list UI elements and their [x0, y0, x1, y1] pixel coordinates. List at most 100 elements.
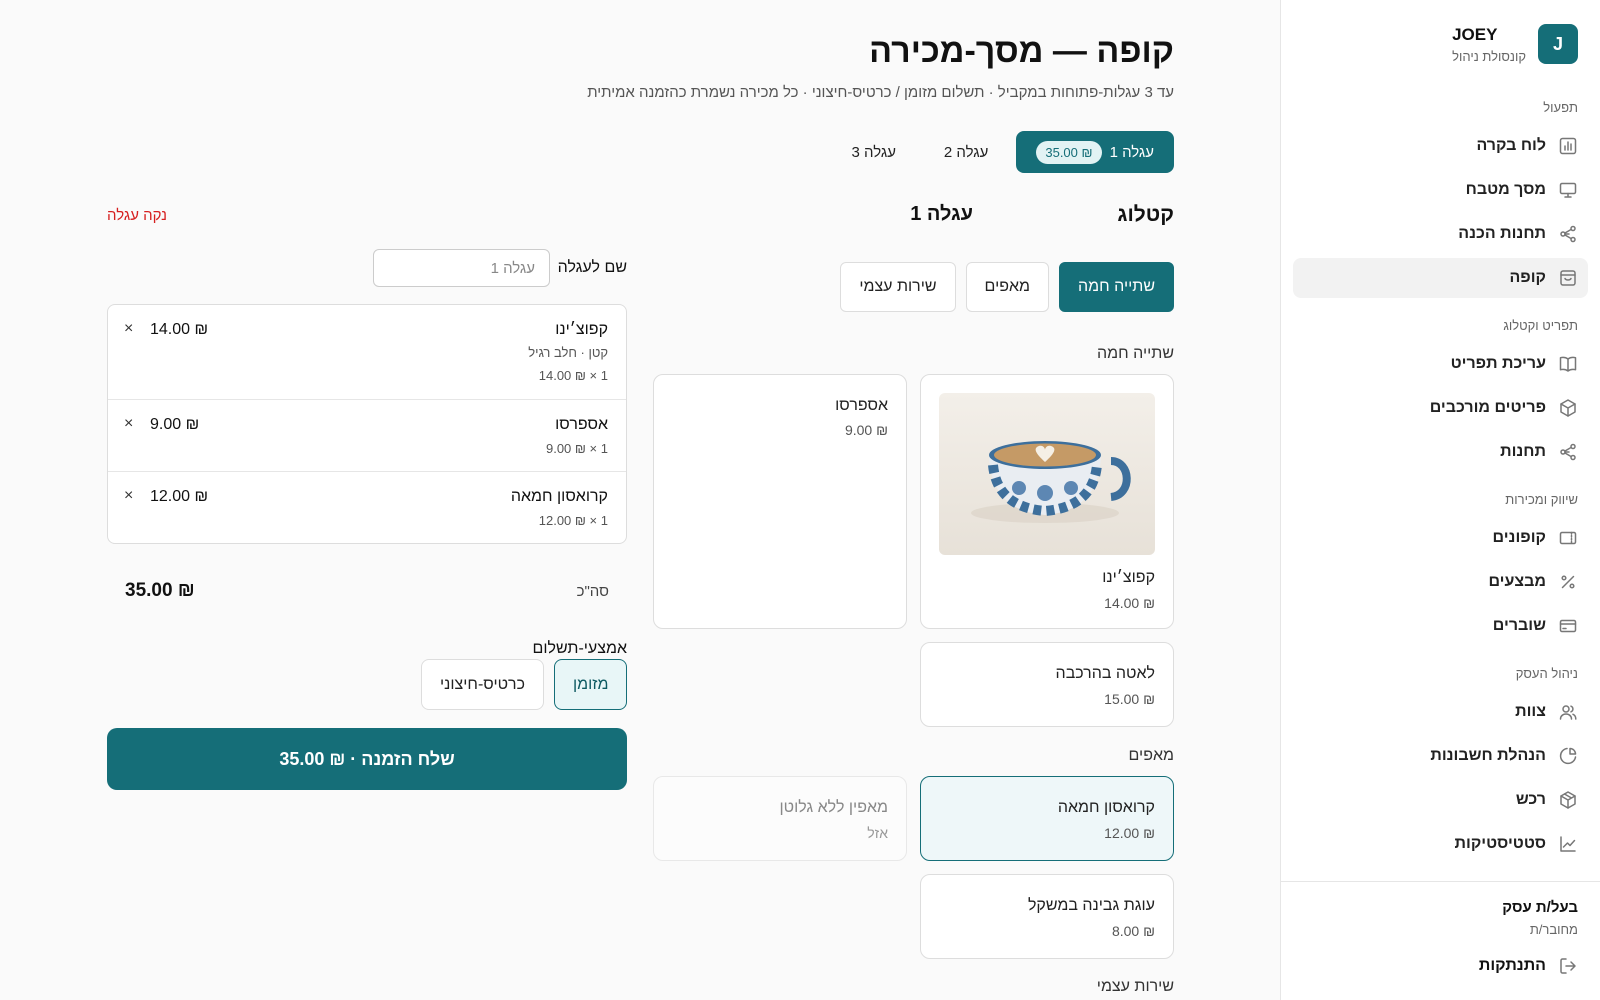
sidebar-item-label: קופה [1509, 269, 1546, 286]
sidebar-item-kitchen-screen[interactable]: מסך מטבח [1293, 170, 1588, 210]
line-name: אספרסו [555, 416, 608, 433]
product-name: עוגת גבינה במשקל [1027, 897, 1155, 914]
product-gluten-free-muffin: מאפין ללא גלוטן אזל [653, 776, 907, 861]
product-name: קרואסון חמאה [1057, 799, 1155, 816]
cart-name-label: שם לעגלה [557, 259, 627, 276]
sidebar-item-label: מבצעים [1488, 573, 1546, 590]
clear-cart-button[interactable]: נקה עגלה [107, 207, 167, 224]
section-pastries: מאפים [1128, 747, 1174, 764]
category-pastries[interactable]: מאפים [965, 262, 1050, 312]
sidebar-item-edit-menu[interactable]: עריכת תפריט [1293, 344, 1588, 384]
brand: J JOEY קונסולת ניהול [1452, 24, 1578, 64]
line-quantity: 1 × ₪ 9.00 [545, 441, 608, 456]
cart-total-badge: ₪ 35.00 [1036, 140, 1102, 164]
product-price: ₪ 12.00 [1104, 825, 1155, 841]
category-filters: שתייה חמה מאפים שירות עצמי [840, 262, 1174, 312]
cart-line: קפוצ׳ינו קטן · חלב רגיל 1 × ₪ 14.00 ₪ 14… [108, 305, 626, 400]
cart-name-input[interactable] [373, 249, 550, 287]
monitor-icon [1559, 182, 1577, 198]
sidebar-item-staff[interactable]: צוות [1293, 692, 1588, 732]
cart-line: קרואסון חמאה 1 × ₪ 12.00 ₪ 12.00 × [108, 472, 626, 543]
remove-line-button[interactable]: × [124, 415, 133, 433]
product-price: ₪ 9.00 [844, 422, 888, 438]
sidebar-item-label: הנהלת חשבונות [1430, 747, 1546, 764]
ticket-icon [1559, 531, 1577, 545]
product-latte[interactable]: לאטה בהרכבה ₪ 15.00 [920, 642, 1174, 727]
sidebar: J JOEY קונסולת ניהול תפעול לוח בקרה מסך … [1280, 0, 1600, 1000]
cart-tabs: עגלה 1 ₪ 35.00 עגלה 2 עגלה 3 [831, 131, 1174, 173]
cart-line: אספרסו 1 × ₪ 9.00 ₪ 9.00 × [108, 400, 626, 472]
line-options: קטן · חלב רגיל [528, 345, 608, 360]
product-espresso[interactable]: אספרסו ₪ 9.00 [653, 374, 907, 629]
sidebar-item-pos[interactable]: קופה [1293, 258, 1588, 298]
product-name: לאטה בהרכבה [1055, 665, 1155, 682]
pie-icon [1559, 747, 1577, 765]
tab-label: עגלה 2 [943, 143, 989, 161]
submit-order-button[interactable]: שלח הזמנה · ₪ 35.00 [107, 728, 627, 790]
logout-label: התנתקות [1478, 957, 1546, 974]
sidebar-nav: תפעול לוח בקרה מסך מטבח תחנות הכנה קופה … [1293, 92, 1588, 868]
sidebar-item-label: רכש [1515, 791, 1546, 808]
product-name: אספרסו [835, 397, 888, 414]
line-name: קרואסון חמאה [510, 488, 608, 505]
payment-external-card-button[interactable]: כרטיס-חיצוני [421, 659, 544, 710]
page-subtitle: עד 3 עגלות-פתוחות במקביל · תשלום מזומן /… [587, 84, 1174, 101]
sidebar-item-label: צוות [1515, 703, 1546, 720]
logout-icon [1560, 958, 1576, 974]
sidebar-item-label: תחנות הכנה [1458, 225, 1546, 242]
nav-section-operations: תפעול [1543, 100, 1578, 115]
sidebar-footer: בעל/ת עסק מחובר/ת התנתקות [1281, 881, 1600, 974]
section-self-service: שירות עצמי [1096, 978, 1174, 995]
category-self-service[interactable]: שירות עצמי [840, 262, 956, 312]
product-cappuccino[interactable]: קפוצ׳ינו ₪ 14.00 [920, 374, 1174, 629]
tab-cart-3[interactable]: עגלה 3 [831, 131, 915, 173]
sidebar-item-promotions[interactable]: מבצעים [1293, 562, 1588, 602]
line-quantity: 1 × ₪ 14.00 [538, 368, 608, 383]
nav-section-business: ניהול העסק [1515, 666, 1578, 681]
product-price: ₪ 15.00 [1104, 691, 1155, 707]
line-price: ₪ 14.00 [150, 321, 209, 338]
product-image [939, 393, 1155, 555]
sidebar-item-dashboard[interactable]: לוח בקרה [1293, 126, 1588, 166]
sidebar-item-label: קופונים [1492, 529, 1546, 546]
tab-cart-2[interactable]: עגלה 2 [924, 131, 1008, 173]
tab-label: עגלה 1 [1109, 143, 1154, 161]
package-icon [1560, 791, 1576, 809]
tab-cart-1[interactable]: עגלה 1 ₪ 35.00 [1016, 131, 1174, 173]
sidebar-item-vouchers[interactable]: שוברים [1293, 606, 1588, 646]
sidebar-item-label: תחנות [1500, 443, 1546, 460]
payment-cash-button[interactable]: מזומן [554, 659, 628, 710]
sidebar-item-prep-stations[interactable]: תחנות הכנה [1293, 214, 1588, 254]
sidebar-item-coupons[interactable]: קופונים [1293, 518, 1588, 558]
brand-logo: J [1538, 24, 1578, 64]
line-price: ₪ 9.00 [150, 416, 200, 433]
chart-icon [1559, 137, 1577, 155]
trend-icon [1560, 836, 1576, 852]
category-hot-drinks[interactable]: שתייה חמה [1059, 262, 1174, 312]
sidebar-item-label: לוח בקרה [1476, 137, 1546, 154]
sidebar-item-stations[interactable]: תחנות [1293, 432, 1588, 472]
user-status: מחובר/ת [1529, 922, 1578, 937]
card-icon [1559, 619, 1577, 633]
sidebar-item-accounting[interactable]: הנהלת חשבונות [1293, 736, 1588, 776]
sidebar-item-label: סטטיסטיקות [1454, 835, 1546, 852]
catalog-title: קטלוג [1117, 203, 1174, 226]
product-croissant[interactable]: קרואסון חמאה ₪ 12.00 [920, 776, 1174, 861]
remove-line-button[interactable]: × [124, 487, 133, 505]
brand-name: JOEY [1452, 24, 1498, 44]
sidebar-item-composite-items[interactable]: פריטים מורכבים [1293, 388, 1588, 428]
share-icon [1560, 225, 1576, 243]
sidebar-item-label: מסך מטבח [1465, 181, 1546, 198]
sidebar-item-label: עריכת תפריט [1450, 355, 1546, 372]
sidebar-item-purchasing[interactable]: רכש [1293, 780, 1588, 820]
brand-subtitle: קונסולת ניהול [1452, 48, 1526, 64]
logout-button[interactable]: התנתקות [1479, 956, 1578, 976]
percent-icon [1561, 575, 1575, 589]
share-icon [1560, 443, 1576, 461]
product-cheesecake[interactable]: עוגת גבינה במשקל ₪ 8.00 [920, 874, 1174, 959]
sidebar-item-statistics[interactable]: סטטיסטיקות [1293, 824, 1588, 864]
sidebar-item-label: פריטים מורכבים [1429, 399, 1546, 416]
product-price: ₪ 14.00 [1104, 595, 1155, 611]
sold-out-label: אזל [867, 825, 888, 841]
remove-line-button[interactable]: × [124, 320, 133, 338]
